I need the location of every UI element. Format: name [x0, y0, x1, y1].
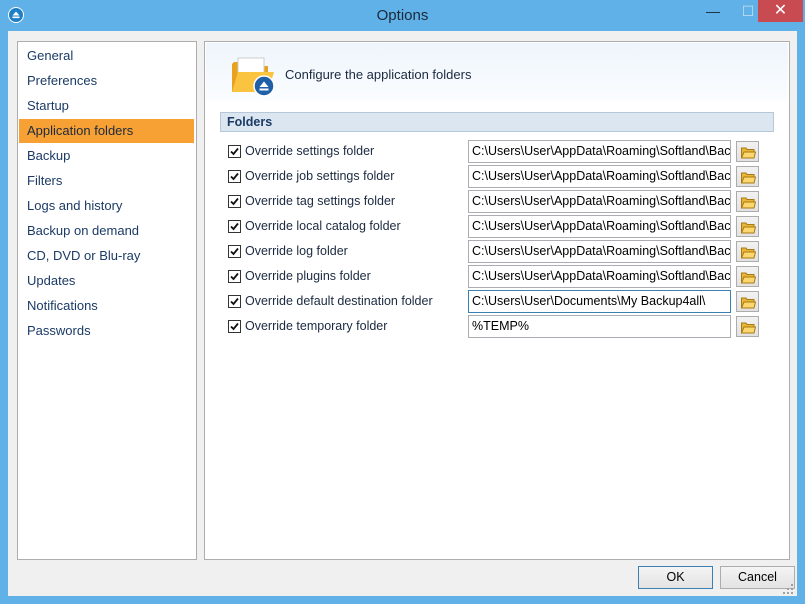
- resize-grip[interactable]: [782, 583, 794, 595]
- folder-icon: [741, 272, 756, 284]
- override-label[interactable]: Override tag settings folder: [245, 194, 395, 208]
- folder-path-input[interactable]: C:\Users\User\AppData\Roaming\Softland\B…: [468, 265, 731, 288]
- override-checkbox[interactable]: [228, 220, 241, 233]
- panel-header: Configure the application folders: [206, 43, 788, 101]
- sidebar-item-preferences[interactable]: Preferences: [19, 69, 194, 93]
- folder-path-input[interactable]: C:\Users\User\AppData\Roaming\Softland\B…: [468, 240, 731, 263]
- folder-path-input[interactable]: C:\Users\User\AppData\Roaming\Softland\B…: [468, 215, 731, 238]
- checkmark-icon: [230, 222, 239, 231]
- override-checkbox[interactable]: [228, 145, 241, 158]
- folder-icon: [741, 322, 756, 334]
- options-window: Options — ☐ ✕ General Preferences Startup A…: [0, 0, 805, 604]
- override-label[interactable]: Override job settings folder: [245, 169, 394, 183]
- folder-icon: [741, 222, 756, 234]
- folder-row: Override settings folder C:\Users\User\Ap…: [228, 140, 768, 164]
- folder-row: Override temporary folder %TEMP%: [228, 315, 768, 339]
- sidebar-item-logs-and-history[interactable]: Logs and history: [19, 194, 194, 218]
- override-checkbox[interactable]: [228, 295, 241, 308]
- folder-icon: [741, 172, 756, 184]
- sidebar-item-filters[interactable]: Filters: [19, 169, 194, 193]
- folder-row: Override default destination folder C:\Us…: [228, 290, 768, 314]
- sidebar-item-general[interactable]: General: [19, 44, 194, 68]
- minimize-button[interactable]: —: [698, 0, 728, 22]
- override-checkbox[interactable]: [228, 270, 241, 283]
- override-checkbox[interactable]: [228, 170, 241, 183]
- folder-path-input[interactable]: %TEMP%: [468, 315, 731, 338]
- folder-path-input[interactable]: C:\Users\User\AppData\Roaming\Softland\B…: [468, 190, 731, 213]
- browse-folder-button[interactable]: [736, 241, 759, 262]
- override-label[interactable]: Override plugins folder: [245, 269, 371, 283]
- override-label[interactable]: Override log folder: [245, 244, 348, 258]
- folder-row: Override tag settings folder C:\Users\Use…: [228, 190, 768, 214]
- sidebar-item-startup[interactable]: Startup: [19, 94, 194, 118]
- sidebar-item-backup-on-demand[interactable]: Backup on demand: [19, 219, 194, 243]
- override-label[interactable]: Override temporary folder: [245, 319, 387, 333]
- sidebar-item-notifications[interactable]: Notifications: [19, 294, 194, 318]
- folder-icon: [741, 197, 756, 209]
- checkmark-icon: [230, 272, 239, 281]
- override-checkbox[interactable]: [228, 320, 241, 333]
- sidebar-item-application-folders[interactable]: Application folders: [19, 119, 194, 143]
- folder-row: Override job settings folder C:\Users\Use…: [228, 165, 768, 189]
- browse-folder-button[interactable]: [736, 216, 759, 237]
- folder-icon: [741, 297, 756, 309]
- folder-row: Override plugins folder C:\Users\User\App…: [228, 265, 768, 289]
- folders-group-header: Folders: [220, 112, 774, 132]
- override-label[interactable]: Override default destination folder: [245, 294, 433, 308]
- checkmark-icon: [230, 197, 239, 206]
- folder-row: Override local catalog folder C:\Users\Us…: [228, 215, 768, 239]
- sidebar-item-cd-dvd-or-blu-ray[interactable]: CD, DVD or Blu-ray: [19, 244, 194, 268]
- options-sidebar: General Preferences Startup Application fol…: [17, 41, 197, 560]
- checkmark-icon: [230, 147, 239, 156]
- dialog-client-area: General Preferences Startup Application fol…: [8, 31, 797, 596]
- sidebar-item-passwords[interactable]: Passwords: [19, 319, 194, 343]
- sidebar-item-updates[interactable]: Updates: [19, 269, 194, 293]
- browse-folder-button[interactable]: [736, 166, 759, 187]
- checkmark-icon: [230, 172, 239, 181]
- panel-header-text: Configure the application folders: [285, 67, 472, 82]
- checkmark-icon: [230, 322, 239, 331]
- browse-folder-button[interactable]: [736, 191, 759, 212]
- title-bar[interactable]: Options — ☐ ✕: [0, 0, 805, 31]
- folder-path-input[interactable]: C:\Users\User\Documents\My Backup4all\: [468, 290, 731, 313]
- browse-folder-button[interactable]: [736, 291, 759, 312]
- close-button[interactable]: ✕: [758, 0, 803, 22]
- browse-folder-button[interactable]: [736, 141, 759, 162]
- override-checkbox[interactable]: [228, 195, 241, 208]
- folder-path-input[interactable]: C:\Users\User\AppData\Roaming\Softland\B…: [468, 140, 731, 163]
- checkmark-icon: [230, 247, 239, 256]
- open-folder-icon: [230, 54, 278, 98]
- folder-icon: [741, 147, 756, 159]
- browse-folder-button[interactable]: [736, 316, 759, 337]
- checkmark-icon: [230, 297, 239, 306]
- folder-path-input[interactable]: C:\Users\User\AppData\Roaming\Softland\B…: [468, 165, 731, 188]
- application-folders-panel: Configure the application folders Folder…: [204, 41, 790, 560]
- folder-icon: [741, 247, 756, 259]
- ok-button[interactable]: OK: [638, 566, 713, 589]
- sidebar-item-backup[interactable]: Backup: [19, 144, 194, 168]
- override-label[interactable]: Override settings folder: [245, 144, 374, 158]
- browse-folder-button[interactable]: [736, 266, 759, 287]
- override-checkbox[interactable]: [228, 245, 241, 258]
- window-title: Options: [376, 7, 429, 24]
- override-label[interactable]: Override local catalog folder: [245, 219, 401, 233]
- folder-row: Override log folder C:\Users\User\AppData…: [228, 240, 768, 264]
